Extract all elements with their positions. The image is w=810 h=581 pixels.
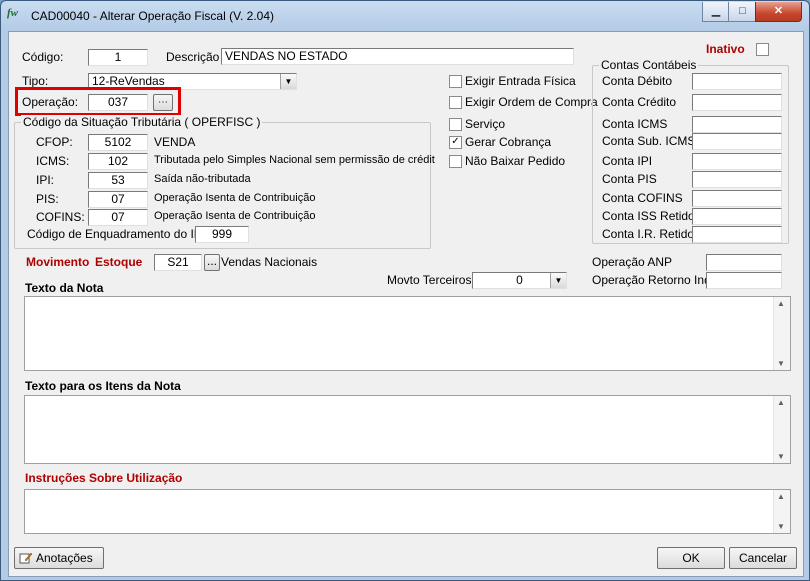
- movimento-desc: Vendas Nacionais: [221, 255, 318, 269]
- cfop-desc: VENDA: [154, 135, 196, 149]
- anotacoes-button[interactable]: Anotações: [14, 547, 104, 569]
- contas-title: Contas Contábeis: [599, 58, 699, 72]
- app-icon: fw: [7, 7, 18, 19]
- codigo-field[interactable]: 1: [88, 49, 148, 66]
- exigir-ordem-checkbox[interactable]: [449, 96, 462, 109]
- conta-icms-label: Conta ICMS: [602, 117, 668, 131]
- cofins-desc: Operação Isenta de Contribuição: [154, 210, 316, 222]
- chevron-down-icon[interactable]: ▼: [550, 273, 566, 288]
- texto-itens-scrollbar[interactable]: ▲ ▼: [773, 396, 790, 463]
- conta-cofins-field[interactable]: [692, 190, 782, 207]
- cofins-label: COFINS:: [36, 210, 85, 224]
- enquadramento-field[interactable]: 999: [195, 226, 249, 243]
- exigir-ordem-label: Exigir Ordem de Compra: [465, 95, 598, 109]
- servico-label: Serviço: [465, 117, 506, 131]
- cofins-field[interactable]: 07: [88, 209, 148, 226]
- icms-desc: Tributada pelo Simples Nacional sem perm…: [154, 154, 435, 166]
- conta-iss-label: Conta ISS Retido: [602, 209, 695, 223]
- scroll-down-icon[interactable]: ▼: [777, 452, 785, 461]
- scroll-down-icon[interactable]: ▼: [777, 359, 785, 368]
- form-body: Código: 1 Descrição VENDAS NO ESTADO Ina…: [8, 31, 804, 577]
- texto-nota-scrollbar[interactable]: ▲ ▼: [773, 297, 790, 370]
- conta-sub-icms-field[interactable]: [692, 133, 782, 150]
- conta-iss-field[interactable]: [692, 208, 782, 225]
- operacao-anp-label: Operação ANP: [592, 255, 673, 269]
- descricao-label: Descrição: [166, 50, 220, 64]
- movto-terceiros-value: 0: [516, 273, 523, 287]
- scroll-up-icon[interactable]: ▲: [777, 299, 785, 308]
- estoque-label: Estoque: [95, 255, 143, 269]
- exigir-entrada-label: Exigir Entrada Física: [465, 74, 576, 88]
- servico-checkbox[interactable]: [449, 118, 462, 131]
- cancelar-button[interactable]: Cancelar: [729, 547, 797, 569]
- pis-desc: Operação Isenta de Contribuição: [154, 192, 316, 204]
- notes-icon: [19, 550, 33, 564]
- inativo-checkbox[interactable]: [756, 43, 769, 56]
- conta-credito-field[interactable]: [692, 94, 782, 111]
- descricao-field[interactable]: VENDAS NO ESTADO: [221, 48, 574, 65]
- conta-pis-field[interactable]: [692, 171, 782, 188]
- pis-label: PIS:: [36, 192, 59, 206]
- texto-itens-label: Texto para os Itens da Nota: [25, 379, 181, 393]
- title-bar: fw CAD00040 - Alterar Operação Fiscal (V…: [1, 1, 809, 31]
- instrucoes-textarea[interactable]: ▲ ▼: [24, 489, 791, 534]
- conta-ipi-label: Conta IPI: [602, 154, 653, 168]
- scroll-up-icon[interactable]: ▲: [777, 398, 785, 407]
- nao-baixar-label: Não Baixar Pedido: [465, 154, 566, 168]
- tributaria-title: Código da Situação Tributária ( OPERFISC…: [21, 115, 263, 129]
- highlight-box: [15, 87, 181, 116]
- conta-pis-label: Conta PIS: [602, 172, 657, 186]
- ipi-desc: Saída não-tributada: [154, 173, 251, 185]
- gerar-cobranca-label: Gerar Cobrança: [465, 135, 552, 149]
- movimento-label: Movimento: [26, 255, 90, 269]
- cfop-field[interactable]: 5102: [88, 134, 148, 151]
- texto-nota-label: Texto da Nota: [25, 281, 104, 295]
- exigir-entrada-checkbox[interactable]: [449, 75, 462, 88]
- scroll-down-icon[interactable]: ▼: [777, 522, 785, 531]
- movimento-estoque-field[interactable]: S21: [154, 254, 202, 271]
- movimento-lookup-button[interactable]: ...: [204, 254, 220, 271]
- movto-terceiros-label: Movto Terceiros: [387, 273, 472, 287]
- maximize-button[interactable]: □: [728, 2, 757, 22]
- conta-debito-field[interactable]: [692, 73, 782, 90]
- ipi-field[interactable]: 53: [88, 172, 148, 189]
- conta-debito-label: Conta Débito: [602, 74, 673, 88]
- window-title: CAD00040 - Alterar Operação Fiscal (V. 2…: [31, 9, 275, 23]
- close-button[interactable]: ✕: [755, 2, 802, 22]
- pis-field[interactable]: 07: [88, 191, 148, 208]
- texto-nota-textarea[interactable]: ▲ ▼: [24, 296, 791, 371]
- gerar-cobranca-checkbox[interactable]: ✓: [449, 136, 462, 149]
- conta-icms-field[interactable]: [692, 116, 782, 133]
- nao-baixar-checkbox[interactable]: [449, 155, 462, 168]
- main-window: fw CAD00040 - Alterar Operação Fiscal (V…: [0, 0, 810, 581]
- conta-ipi-field[interactable]: [692, 153, 782, 170]
- instrucoes-label: Instruções Sobre Utilização: [25, 471, 183, 485]
- movto-terceiros-dropdown[interactable]: 0 ▼: [472, 272, 567, 289]
- conta-sub-icms-label: Conta Sub. ICMS: [602, 134, 696, 148]
- operacao-retorno-field[interactable]: [706, 272, 782, 289]
- enquadramento-label: Código de Enquadramento do IPI:: [27, 227, 209, 241]
- anotacoes-label: Anotações: [36, 551, 93, 565]
- conta-credito-label: Conta Crédito: [602, 95, 677, 109]
- operacao-retorno-label: Operação Retorno Ind:: [592, 273, 715, 287]
- chevron-down-icon[interactable]: ▼: [280, 74, 296, 89]
- tipo-value: 12-ReVendas: [92, 74, 165, 88]
- conta-cofins-label: Conta COFINS: [602, 191, 683, 205]
- scroll-up-icon[interactable]: ▲: [777, 492, 785, 501]
- conta-ir-label: Conta I.R. Retido: [602, 227, 695, 241]
- texto-itens-textarea[interactable]: ▲ ▼: [24, 395, 791, 464]
- codigo-label: Código:: [22, 50, 64, 64]
- instrucoes-scrollbar[interactable]: ▲ ▼: [773, 490, 790, 533]
- minimize-button[interactable]: ▁: [702, 2, 730, 22]
- inativo-label: Inativo: [706, 42, 745, 56]
- tipo-label: Tipo:: [22, 74, 49, 88]
- operacao-anp-field[interactable]: [706, 254, 782, 271]
- icms-field[interactable]: 102: [88, 153, 148, 170]
- ok-button[interactable]: OK: [657, 547, 725, 569]
- icms-label: ICMS:: [36, 154, 70, 168]
- cfop-label: CFOP:: [36, 135, 73, 149]
- conta-ir-field[interactable]: [692, 226, 782, 243]
- ipi-label: IPI:: [36, 173, 55, 187]
